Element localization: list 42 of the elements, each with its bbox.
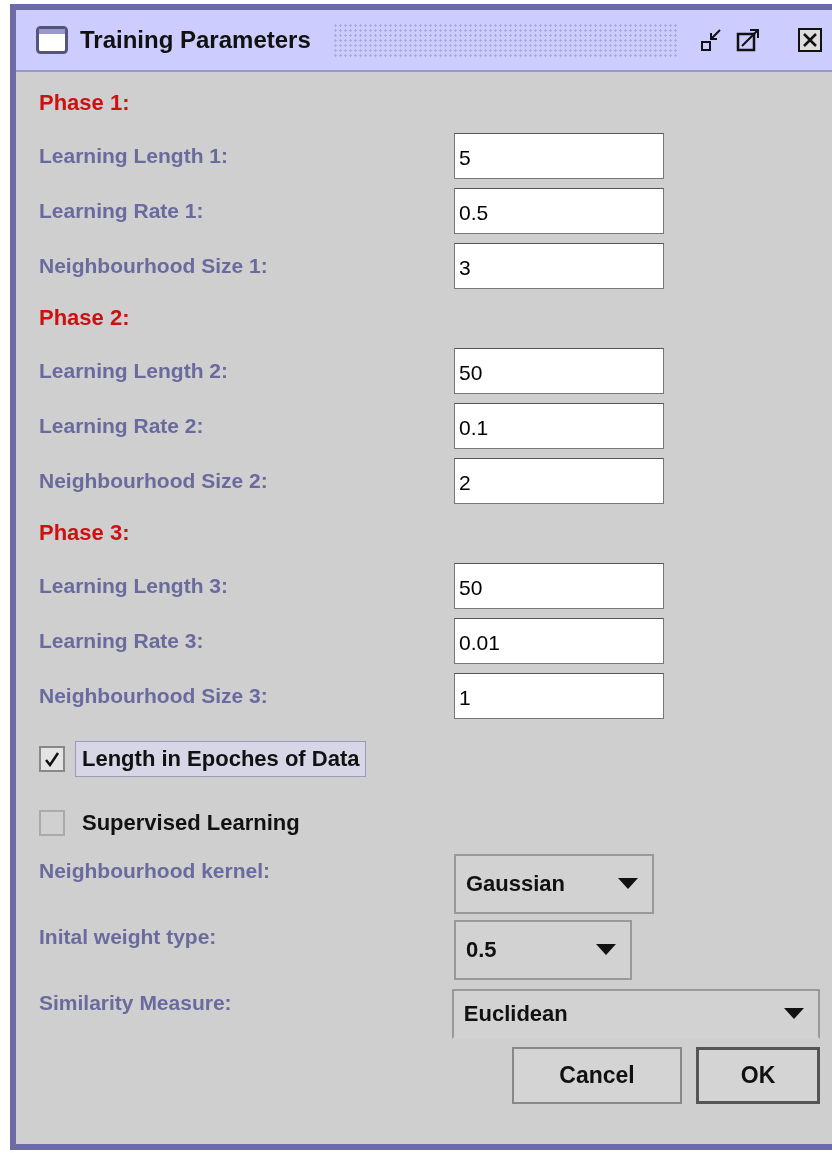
section-heading: Phase 2: [39, 305, 130, 331]
field-label: Learning Rate 1: [39, 198, 205, 223]
window-icon [36, 26, 68, 54]
caret-icon [596, 944, 616, 956]
input-field[interactable]: 2 [454, 457, 664, 504]
input-field[interactable]: 1 [454, 672, 664, 719]
field-label: Neighbourhood Size 1: [39, 253, 269, 278]
close-icon[interactable] [798, 28, 822, 52]
section-heading: Phase 1: [39, 90, 130, 116]
field-label: Similarity Measure: [39, 990, 233, 1015]
input-field[interactable]: 0.1 [454, 402, 664, 449]
input-field[interactable]: 5 [454, 132, 664, 179]
input-field[interactable]: 0.5 [454, 187, 664, 234]
dropdown[interactable]: Gaussian [454, 854, 654, 914]
caret-icon [618, 878, 638, 890]
minimize-icon[interactable] [700, 28, 724, 52]
dialog-button[interactable]: Cancel [512, 1047, 682, 1104]
checkbox-label[interactable]: Length in Epoches of Data [75, 741, 367, 777]
input-field[interactable]: 50 [454, 562, 664, 609]
check-icon [44, 751, 60, 767]
window-title: Training Parameters [80, 26, 311, 54]
dropdown[interactable]: Euclidean [451, 989, 820, 1039]
input-field[interactable]: 50 [454, 347, 664, 394]
field-label: Inital weight type: [39, 924, 218, 949]
section-heading: Phase 3: [39, 520, 130, 546]
caret-icon [784, 1008, 804, 1020]
checkbox[interactable] [39, 810, 65, 836]
field-label: Learning Length 2: [39, 358, 229, 383]
field-label: Learning Length 1: [39, 143, 229, 168]
input-field[interactable]: 0.01 [454, 617, 664, 664]
checkbox[interactable] [39, 746, 65, 772]
field-label: Neighbourhood kernel: [39, 858, 271, 883]
checkbox-label[interactable]: Supervised Learning [75, 805, 307, 841]
field-label: Learning Rate 2: [39, 413, 205, 438]
field-label: Neighbourhood Size 2: [39, 468, 269, 493]
input-field[interactable]: 3 [454, 242, 664, 289]
dialog-button[interactable]: OK [696, 1047, 820, 1104]
maximize-icon[interactable] [736, 28, 760, 52]
field-label: Learning Length 3: [39, 573, 229, 598]
field-label: Neighbourhood Size 3: [39, 683, 269, 708]
field-label: Learning Rate 3: [39, 628, 205, 653]
dropdown[interactable]: 0.5 [454, 920, 632, 980]
